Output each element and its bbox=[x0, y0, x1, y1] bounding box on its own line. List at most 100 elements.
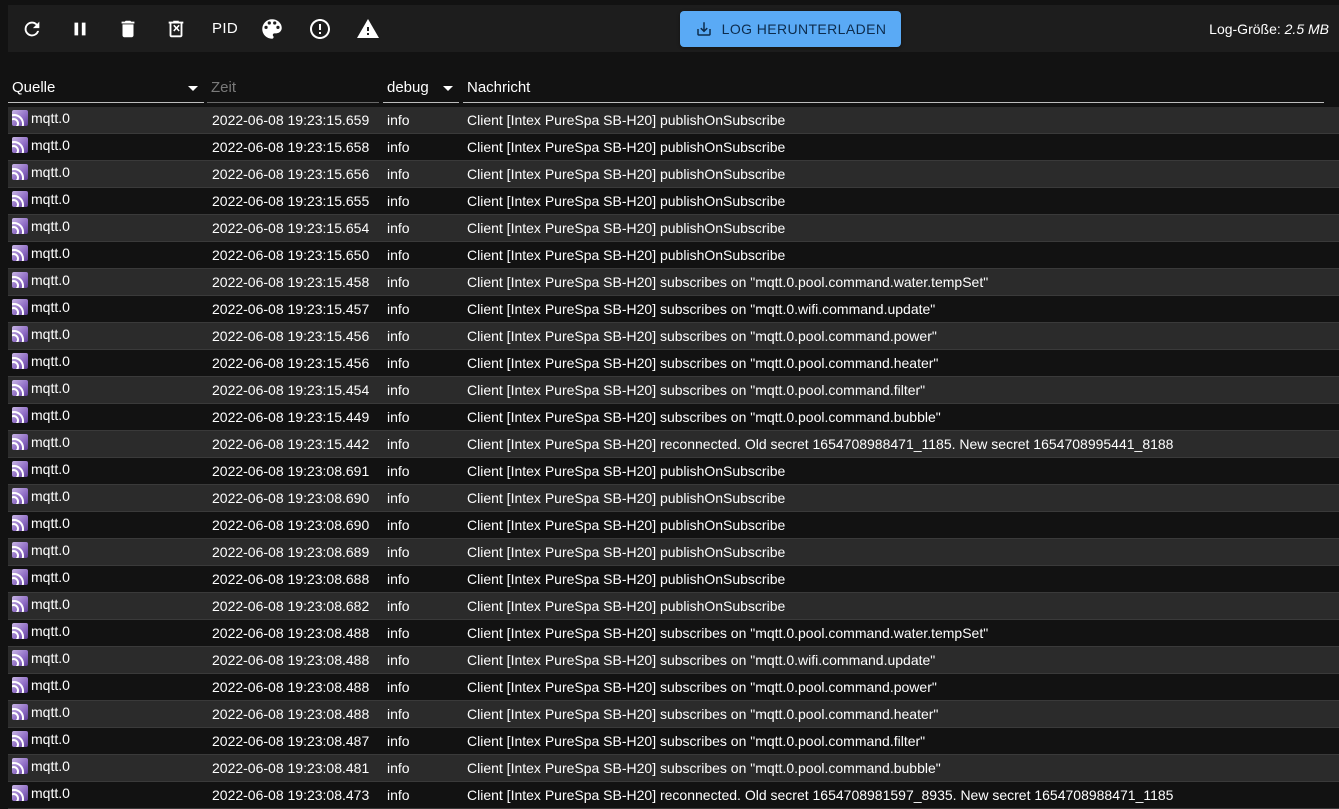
row-level: info bbox=[387, 706, 410, 722]
log-size-value: 2.5 MB bbox=[1284, 21, 1329, 37]
row-level: info bbox=[387, 301, 410, 317]
table-row: mqtt.0 2022-06-08 19:23:15.659 info Client … bbox=[8, 107, 1339, 134]
mqtt-adapter-icon bbox=[12, 542, 28, 558]
row-source: mqtt.0 bbox=[12, 699, 70, 725]
row-time: 2022-06-08 19:23:15.658 bbox=[212, 139, 370, 155]
row-time: 2022-06-08 19:23:15.656 bbox=[212, 166, 370, 182]
mqtt-adapter-icon bbox=[12, 164, 28, 180]
theme-button[interactable] bbox=[252, 5, 292, 52]
row-level: info bbox=[387, 787, 410, 803]
row-level: info bbox=[387, 652, 410, 668]
row-level: info bbox=[387, 760, 410, 776]
row-time: 2022-06-08 19:23:08.682 bbox=[212, 598, 370, 614]
table-row: mqtt.0 2022-06-08 19:23:15.654 info Client … bbox=[8, 215, 1339, 242]
mqtt-adapter-icon bbox=[12, 191, 28, 207]
table-row: mqtt.0 2022-06-08 19:23:08.488 info Client … bbox=[8, 647, 1339, 674]
row-message: Client [Intex PureSpa SB-H20] publishOnS… bbox=[467, 193, 786, 209]
table-row: mqtt.0 2022-06-08 19:23:15.656 info Client … bbox=[8, 161, 1339, 188]
row-level: info bbox=[387, 544, 410, 560]
delete-icon bbox=[121, 20, 135, 37]
mqtt-adapter-icon bbox=[12, 677, 28, 693]
row-time: 2022-06-08 19:23:08.473 bbox=[212, 787, 370, 803]
row-source: mqtt.0 bbox=[12, 456, 70, 482]
row-source-text: mqtt.0 bbox=[31, 191, 70, 207]
table-row: mqtt.0 2022-06-08 19:23:08.689 info Client … bbox=[8, 539, 1339, 566]
mqtt-adapter-icon bbox=[12, 488, 28, 504]
warning-triangle-icon bbox=[357, 18, 379, 38]
pause-icon bbox=[74, 22, 86, 35]
table-row: mqtt.0 2022-06-08 19:23:15.458 info Client … bbox=[8, 269, 1339, 296]
row-message: Client [Intex PureSpa SB-H20] publishOnS… bbox=[467, 139, 786, 155]
row-source: mqtt.0 bbox=[12, 753, 70, 779]
mqtt-adapter-icon bbox=[12, 650, 28, 666]
mqtt-adapter-icon bbox=[12, 326, 28, 342]
table-row: mqtt.0 2022-06-08 19:23:15.456 info Client … bbox=[8, 350, 1339, 377]
download-log-button[interactable]: LOG HERUNTERLADEN bbox=[680, 11, 901, 47]
row-source-text: mqtt.0 bbox=[31, 785, 70, 801]
row-time: 2022-06-08 19:23:08.690 bbox=[212, 490, 370, 506]
mqtt-adapter-icon bbox=[12, 380, 28, 396]
error-filter-button[interactable] bbox=[300, 5, 340, 52]
row-source: mqtt.0 bbox=[12, 510, 70, 536]
row-source: mqtt.0 bbox=[12, 591, 70, 617]
mqtt-adapter-icon bbox=[12, 218, 28, 234]
time-filter-input[interactable]: Zeit bbox=[207, 72, 379, 103]
row-source-text: mqtt.0 bbox=[31, 623, 70, 639]
row-source: mqtt.0 bbox=[12, 294, 70, 320]
row-message: Client [Intex PureSpa SB-H20] publishOnS… bbox=[467, 598, 786, 614]
mqtt-adapter-icon bbox=[12, 353, 28, 369]
row-source-text: mqtt.0 bbox=[31, 380, 70, 396]
table-row: mqtt.0 2022-06-08 19:23:15.457 info Client … bbox=[8, 296, 1339, 323]
row-source: mqtt.0 bbox=[12, 267, 70, 293]
row-source-text: mqtt.0 bbox=[31, 596, 70, 612]
table-row: mqtt.0 2022-06-08 19:23:08.690 info Client … bbox=[8, 512, 1339, 539]
row-source: mqtt.0 bbox=[12, 537, 70, 563]
log-size-label: Log-Größe: bbox=[1209, 21, 1281, 37]
row-level: info bbox=[387, 409, 410, 425]
delete-button[interactable] bbox=[108, 5, 148, 52]
row-message: Client [Intex PureSpa SB-H20] subscribes… bbox=[467, 625, 989, 641]
row-time: 2022-06-08 19:23:15.449 bbox=[212, 409, 370, 425]
row-time: 2022-06-08 19:23:15.654 bbox=[212, 220, 370, 236]
row-source-text: mqtt.0 bbox=[31, 326, 70, 342]
warning-filter-button[interactable] bbox=[348, 5, 388, 52]
message-filter-input[interactable]: Nachricht bbox=[463, 72, 1324, 103]
row-time: 2022-06-08 19:23:15.457 bbox=[212, 301, 370, 317]
row-source: mqtt.0 bbox=[12, 726, 70, 752]
table-row: mqtt.0 2022-06-08 19:23:08.691 info Client … bbox=[8, 458, 1339, 485]
row-source-text: mqtt.0 bbox=[31, 353, 70, 369]
refresh-button[interactable] bbox=[12, 5, 52, 52]
row-source: mqtt.0 bbox=[12, 321, 70, 347]
row-source: mqtt.0 bbox=[12, 672, 70, 698]
mqtt-adapter-icon bbox=[12, 434, 28, 450]
row-level: info bbox=[387, 436, 410, 452]
row-source: mqtt.0 bbox=[12, 483, 70, 509]
mqtt-adapter-icon bbox=[12, 299, 28, 315]
row-source: mqtt.0 bbox=[12, 186, 70, 212]
mqtt-adapter-icon bbox=[12, 569, 28, 585]
row-source-text: mqtt.0 bbox=[31, 164, 70, 180]
row-time: 2022-06-08 19:23:15.456 bbox=[212, 328, 370, 344]
pause-button[interactable] bbox=[60, 5, 100, 52]
row-source-text: mqtt.0 bbox=[31, 299, 70, 315]
row-time: 2022-06-08 19:23:08.481 bbox=[212, 760, 370, 776]
delete-log-icon bbox=[168, 20, 184, 37]
row-source: mqtt.0 bbox=[12, 213, 70, 239]
level-filter-select[interactable]: debug bbox=[383, 72, 459, 103]
row-message: Client [Intex PureSpa SB-H20] subscribes… bbox=[467, 760, 941, 776]
level-filter-value: debug bbox=[387, 78, 429, 96]
row-time: 2022-06-08 19:23:08.488 bbox=[212, 679, 370, 695]
row-message: Client [Intex PureSpa SB-H20] subscribes… bbox=[467, 382, 926, 398]
row-source-text: mqtt.0 bbox=[31, 650, 70, 666]
table-row: mqtt.0 2022-06-08 19:23:15.655 info Client … bbox=[8, 188, 1339, 215]
pid-button[interactable]: PID bbox=[203, 5, 247, 52]
row-source-text: mqtt.0 bbox=[31, 137, 70, 153]
delete-log-button[interactable] bbox=[156, 5, 196, 52]
mqtt-adapter-icon bbox=[12, 461, 28, 477]
source-filter-select[interactable]: Quelle bbox=[8, 72, 204, 103]
row-source: mqtt.0 bbox=[12, 105, 70, 131]
table-row: mqtt.0 2022-06-08 19:23:15.650 info Client … bbox=[8, 242, 1339, 269]
row-message: Client [Intex PureSpa SB-H20] publishOnS… bbox=[467, 112, 786, 128]
download-log-label: LOG HERUNTERLADEN bbox=[721, 21, 887, 37]
row-level: info bbox=[387, 166, 410, 182]
